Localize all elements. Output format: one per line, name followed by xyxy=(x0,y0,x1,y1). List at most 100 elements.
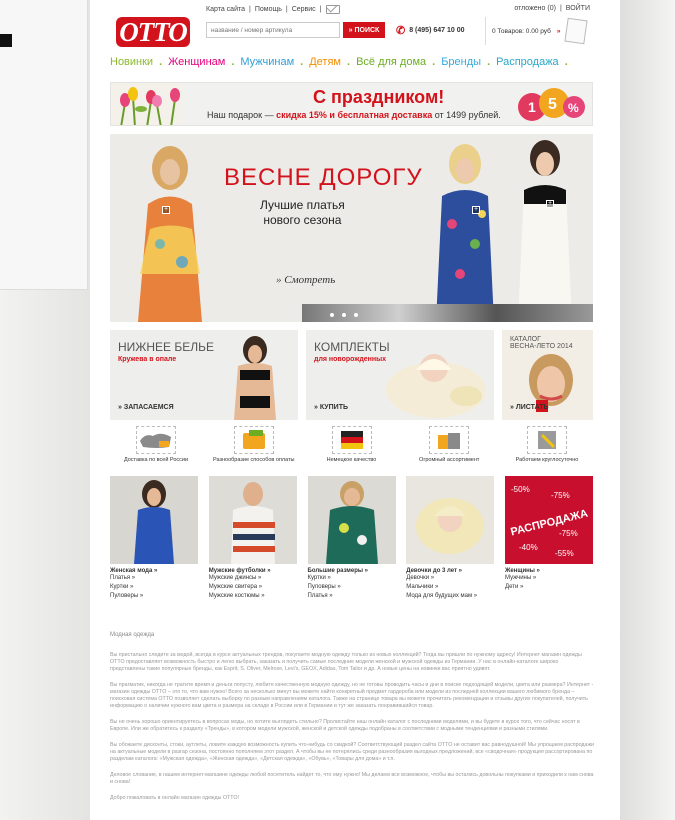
nav-item-men[interactable]: Мужчинам xyxy=(236,56,298,68)
promo-cta[interactable]: » ЛИСТАТЬ xyxy=(510,404,549,411)
feature-delivery[interactable]: Доставка по всей России xyxy=(110,426,202,468)
category-plus-size[interactable]: Большие размеры » Куртки » Пуловеры » Пл… xyxy=(307,476,396,601)
category-link[interactable]: Куртки » xyxy=(308,574,396,583)
page: Карта сайта | Помощь | Сервис | отложено… xyxy=(90,0,620,820)
sale-banner[interactable]: -50% -75% РАСПРОДАЖА -75% -40% -55% xyxy=(505,476,593,564)
seo-paragraph: Вы обожаете дисконты, стоки, аутлеты, ло… xyxy=(110,742,594,762)
service-link[interactable]: Сервис xyxy=(292,6,316,13)
phone-icon: ✆ xyxy=(396,25,406,37)
promo-lingerie-image xyxy=(234,336,276,420)
promo-catalog[interactable]: КАТАЛОГ ВЕСНА-ЛЕТО 2014 » ЛИСТАТЬ xyxy=(502,330,593,420)
feature-assortment[interactable]: Огромный ассортимент xyxy=(403,426,495,468)
otto-logo[interactable]: OTTO xyxy=(116,17,190,47)
hero-zoom-icon[interactable]: + xyxy=(546,200,554,208)
sale-percent: -75% xyxy=(559,529,578,538)
nav-item-women[interactable]: Женщинам xyxy=(164,56,229,68)
nav-item-kids[interactable]: Детям xyxy=(305,56,345,68)
category-image[interactable] xyxy=(208,476,297,564)
nav-item-brands[interactable]: Бренды xyxy=(437,56,485,68)
feature-payment[interactable]: Разнообразие способов оплаты xyxy=(208,426,300,468)
promo-subtitle: ВЕСНА-ЛЕТО 2014 xyxy=(510,343,573,350)
category-link[interactable]: Платья » xyxy=(110,574,198,583)
category-men[interactable]: Мужские футболки » Мужские джинсы » Мужс… xyxy=(208,476,297,601)
cart-summary: 0 Товаров: 0.00 руб xyxy=(492,27,551,35)
nav-item-sale[interactable]: Распродажа xyxy=(492,56,563,68)
category-link[interactable]: Пуловеры » xyxy=(308,583,396,592)
hero-dot[interactable] xyxy=(330,313,334,317)
category-link[interactable]: Куртки » xyxy=(110,583,198,592)
backdrop-window xyxy=(0,0,88,290)
seo-paragraph: Вы не очень хорошо ориентируетесь в вопр… xyxy=(110,719,580,732)
hero-zoom-icon[interactable]: + xyxy=(472,206,480,214)
sitemap-link[interactable]: Карта сайта xyxy=(206,6,245,13)
category-women[interactable]: Женская мода » Платья » Куртки » Пуловер… xyxy=(110,476,198,601)
clock-24-icon xyxy=(527,426,567,454)
feature-label: Работаем круглосуточно xyxy=(515,457,579,463)
search-input[interactable] xyxy=(206,22,340,38)
category-link[interactable]: Пуловеры » xyxy=(110,592,198,601)
sale-percent: -75% xyxy=(551,491,570,500)
promo-cta[interactable]: » КУПИТЬ xyxy=(314,404,348,411)
left-backdrop xyxy=(0,0,90,820)
category-image[interactable] xyxy=(307,476,396,564)
hero-banner[interactable]: + + + ВЕСНЕ ДОРОГУ Лучшие платья нового … xyxy=(110,134,593,322)
category-link[interactable]: Мода для будущих мам » xyxy=(406,592,494,601)
promo-newborn-image xyxy=(386,354,486,418)
tulips-image xyxy=(111,83,183,125)
mail-icon[interactable] xyxy=(325,5,340,14)
holiday-banner[interactable]: С праздником! Наш подарок — скидка 15% и… xyxy=(110,82,593,126)
sale-percent: -50% xyxy=(511,485,530,494)
category-link[interactable]: Мужские костюмы » xyxy=(209,592,297,601)
promo-cta[interactable]: » ЗАПАСАЕМСЯ xyxy=(118,404,174,411)
category-link[interactable]: Платья » xyxy=(308,592,396,601)
right-backdrop xyxy=(620,0,675,820)
category-image[interactable] xyxy=(110,476,198,564)
feature-label: Доставка по всей России xyxy=(123,457,189,463)
hero-title: ВЕСНЕ ДОРОГУ xyxy=(224,164,423,191)
login-link[interactable]: ВОЙТИ xyxy=(566,5,590,12)
help-link[interactable]: Помощь xyxy=(255,6,282,13)
category-link[interactable]: Мужчины » xyxy=(505,574,593,583)
category-link[interactable]: Мужские свитера » xyxy=(209,583,297,592)
feature-label: Огромный ассортимент xyxy=(419,457,480,463)
cart[interactable]: 0 Товаров: 0.00 руб » xyxy=(485,17,590,45)
seo-paragraph: Вы пристально следите за модой, всегда в… xyxy=(110,652,582,672)
category-link[interactable]: Девочки » xyxy=(406,574,494,583)
feature-24-7[interactable]: Работаем круглосуточно xyxy=(501,426,593,468)
features-row: Доставка по всей России Разнообразие спо… xyxy=(110,426,593,468)
hero-subtitle: Лучшие платья нового сезона xyxy=(260,198,345,227)
seo-text: Модная одежда Вы пристально следите за м… xyxy=(110,632,594,811)
shopping-bag-icon xyxy=(564,17,589,45)
promo-subtitle: для новорожденных xyxy=(314,356,386,363)
sale-percent: -40% xyxy=(519,543,538,552)
phone: ✆ 8 (495) 647 10 00 xyxy=(396,24,464,37)
seo-paragraph: Деловое слование, в нашем интернет-магаз… xyxy=(110,772,594,785)
seo-title: Модная одежда xyxy=(110,632,155,638)
category-baby[interactable]: Девочки до 3 лет » Девочки » Мальчики » … xyxy=(406,476,495,601)
russia-map-icon xyxy=(136,426,176,454)
seo-paragraph: Вы прагматик, никогда не тратите время и… xyxy=(110,682,594,709)
feature-quality[interactable]: Немецкое качество xyxy=(306,426,398,468)
hero-dot[interactable] xyxy=(354,313,358,317)
category-link[interactable]: Мальчики » xyxy=(406,583,494,592)
top-links: Карта сайта | Помощь | Сервис | xyxy=(206,5,340,14)
category-sale[interactable]: -50% -75% РАСПРОДАЖА -75% -40% -55% Женщ… xyxy=(505,476,593,601)
ball-digit-five: 5 xyxy=(548,96,557,113)
backdrop-marker xyxy=(0,34,12,47)
nav-item-new[interactable]: Новинки xyxy=(106,56,157,68)
category-link[interactable]: Дети » xyxy=(505,583,593,592)
hero-zoom-icon[interactable]: + xyxy=(162,206,170,214)
nav-item-home[interactable]: Всё для дома xyxy=(352,56,430,68)
holiday-title: С праздником! xyxy=(313,87,445,107)
category-link[interactable]: Мужские джинсы » xyxy=(209,574,297,583)
hero-cta-link[interactable]: » Смотреть xyxy=(276,274,335,286)
phone-number: 8 (495) 647 10 00 xyxy=(409,27,465,34)
wishlist-link[interactable]: отложено (0) xyxy=(514,5,556,12)
promo-lingerie[interactable]: НИЖНЕЕ БЕЛЬЕ Кружева в опале » ЗАПАСАЕМС… xyxy=(110,330,298,420)
category-image[interactable] xyxy=(406,476,495,564)
search-button[interactable]: » ПОИСК xyxy=(343,22,385,38)
feature-label: Немецкое качество xyxy=(326,457,377,463)
hero-dot[interactable] xyxy=(342,313,346,317)
promo-newborn[interactable]: КОМПЛЕКТЫ для новорожденных » КУПИТЬ xyxy=(306,330,494,420)
feature-label: Разнообразие способов оплаты xyxy=(212,457,295,463)
